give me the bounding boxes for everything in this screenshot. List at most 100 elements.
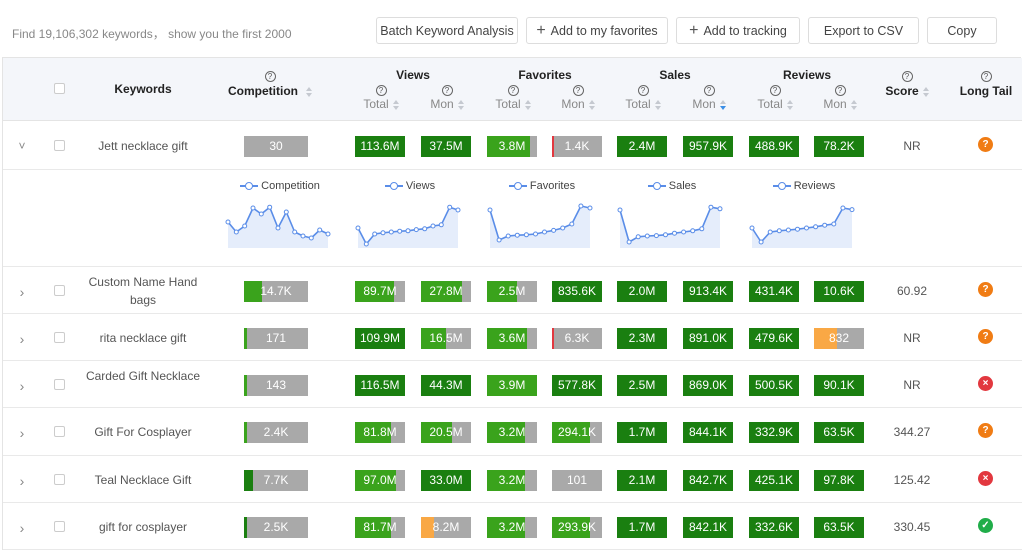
favorites-total-bar: 3.2M [487,470,537,491]
sparkline-legend[interactable]: Views [355,180,465,192]
expand-chevron-icon[interactable]: › [17,378,27,394]
sparkline-area [358,207,458,248]
sparkline-point [292,229,298,235]
sort-icon[interactable] [457,99,464,110]
bar-value: 16.5M [429,331,463,345]
sort-icon[interactable] [588,99,595,110]
bar-value: 431.4K [754,284,794,298]
expand-chevron-icon[interactable]: › [17,520,27,536]
sparkline-chart [487,203,593,248]
reviews-mon-bar: 63.5K [814,517,864,538]
help-icon[interactable]: ? [572,85,584,96]
help-icon[interactable]: ? [834,85,846,96]
sparkline-reviews: Reviews [749,170,859,267]
row-checkbox[interactable] [54,521,65,532]
subheader-total[interactable]: ? Total [486,82,540,111]
sparkline-point [681,229,687,235]
bar-value: 109.9M [359,331,401,345]
reviews-mon-bar: 78.2K [814,136,864,157]
sort-icon[interactable] [524,99,531,110]
select-all-checkbox[interactable] [54,83,65,94]
help-icon[interactable]: ? [264,71,276,82]
row-checkbox[interactable] [54,379,65,390]
sparkline-views: Views [355,170,465,267]
views-total-bar: 97.0M [355,470,405,491]
bar-value: 844.1K [688,425,728,439]
subheader-total[interactable]: ? Total [616,82,670,111]
row-checkbox[interactable] [54,332,65,343]
row-checkbox[interactable] [54,285,65,296]
sales-mon-bar: 913.4K [683,281,733,302]
bar-value: 842.1K [688,520,728,534]
expand-chevron-icon[interactable]: › [17,284,27,300]
help-icon[interactable]: ? [441,85,453,96]
bar-value: 2.4M [628,139,656,153]
row-checkbox[interactable] [54,426,65,437]
keyword-link[interactable]: Carded Gift Necklace [83,367,203,385]
sparkline-point [551,227,557,233]
subheader-mon[interactable]: ? Mon [813,82,867,111]
sparkline-point [438,222,444,228]
sort-icon[interactable] [922,86,929,97]
sort-icon[interactable] [850,99,857,110]
header-score[interactable]: ? Score [877,68,937,98]
keyword-link[interactable]: Custom Name Hand bags [83,273,203,309]
subheader-total[interactable]: ? Total [354,82,408,111]
export-csv-button[interactable]: Export to CSV [808,17,919,44]
favorites-mon-bar: 101 [552,470,602,491]
subheader-mon[interactable]: ? Mon [682,82,736,111]
reviews-mon-bar: 832 [814,328,864,349]
sparkline-legend[interactable]: Reviews [749,180,859,192]
row-checkbox[interactable] [54,140,65,151]
sparkline-point [560,225,566,231]
sort-icon[interactable] [392,99,399,110]
expand-chevron-icon[interactable]: › [17,425,27,441]
sparkline-legend[interactable]: Favorites [487,180,597,192]
sales-mon-bar: 891.0K [683,328,733,349]
subheader-mon[interactable]: ? Mon [551,82,605,111]
batch-keyword-analysis-button[interactable]: Batch Keyword Analysis [376,17,518,44]
help-icon[interactable]: ? [507,85,519,96]
sparkline-legend[interactable]: Sales [617,180,727,192]
help-icon[interactable]: ? [980,71,992,82]
keyword-link[interactable]: Teal Necklace Gift [83,471,203,489]
keyword-link[interactable]: rita necklace gift [83,329,203,347]
help-icon[interactable]: ? [637,85,649,96]
sparkline-point [275,225,281,231]
keyword-link[interactable]: Gift For Cosplayer [83,423,203,441]
sort-icon[interactable] [654,99,661,110]
bar-value: 2.4K [263,425,289,439]
keyword-link[interactable]: Jett necklace gift [83,137,203,155]
bar-value: 7.7K [263,473,289,487]
add-to-favorites-button[interactable]: + Add to my favorites [526,17,668,44]
sort-icon[interactable] [786,99,793,110]
bar-value: 293.9K [557,520,597,534]
add-to-tracking-button[interactable]: + Add to tracking [676,17,800,44]
sparkline-point [653,233,659,239]
help-icon[interactable]: ? [703,85,715,96]
subheader-mon[interactable]: ? Mon [420,82,474,111]
favorites-mon-bar: 577.8K [552,375,602,396]
plus-icon: + [536,21,546,39]
bar-value: 113.6M [360,139,400,153]
bar-value: 3.2M [498,425,526,439]
collapse-chevron-icon[interactable]: ˅ [17,139,27,153]
bar-value: 500.5K [754,378,794,392]
sparkline-point [533,231,538,237]
sparkline-point [785,227,791,233]
competition-bar: 2.5K [244,517,308,538]
subheader-total[interactable]: ? Total [748,82,802,111]
sort-icon[interactable] [306,86,312,97]
row-checkbox[interactable] [54,474,65,485]
help-icon[interactable]: ? [901,71,913,82]
copy-button[interactable]: Copy [927,17,997,44]
sparkline-point [758,239,764,245]
sort-icon[interactable] [719,99,726,110]
help-icon[interactable]: ? [375,85,387,96]
sparkline-legend[interactable]: Competition [225,180,335,192]
header-competition[interactable]: ? Competition [225,68,315,98]
expand-chevron-icon[interactable]: › [17,473,27,489]
help-icon[interactable]: ? [769,85,781,96]
expand-chevron-icon[interactable]: › [17,331,27,347]
keyword-link[interactable]: gift for cosplayer [83,518,203,536]
